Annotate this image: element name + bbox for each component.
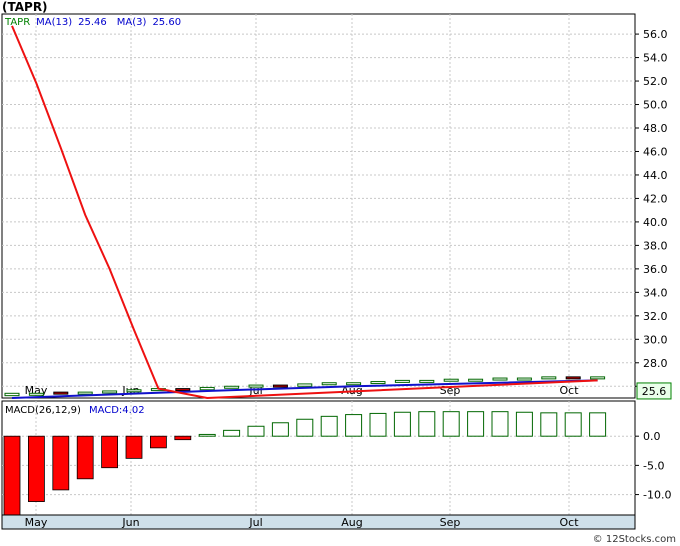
price-plot-area: [1, 13, 636, 399]
price-tick-label: 32.0: [643, 310, 668, 323]
macd-bar: [467, 411, 485, 437]
macd-bar: [442, 411, 460, 437]
price-tick-label: 52.0: [643, 75, 668, 88]
x-axis-month-label: Aug: [341, 516, 362, 529]
macd-bar: [3, 435, 21, 516]
macd-bar: [271, 422, 289, 437]
price-bar: [224, 385, 240, 389]
macd-bar: [296, 418, 314, 437]
price-bar: [516, 377, 532, 381]
macd-bar: [101, 435, 118, 469]
x-axis-month-label: Jun: [121, 516, 139, 529]
price-bar: [565, 376, 581, 380]
price-tick-label: 36.0: [643, 263, 668, 276]
price-tick-label: 30.0: [643, 333, 668, 346]
macd-bar: [76, 435, 94, 480]
macd-bar: [174, 435, 192, 441]
stock-chart: 26.028.030.032.034.036.038.040.042.044.0…: [1, 13, 672, 530]
price-tick-label: 48.0: [643, 122, 668, 135]
price-tick-label: 34.0: [643, 286, 668, 299]
macd-bar: [540, 412, 558, 437]
x-axis-month-label: Sep: [440, 516, 461, 529]
price-bar: [394, 379, 410, 383]
macd-bar: [125, 435, 143, 459]
price-tick-label: 44.0: [643, 169, 668, 182]
footer-credit: © 12Stocks.com: [592, 534, 676, 545]
price-panel: 26.028.030.032.034.036.038.040.042.044.0…: [1, 13, 672, 400]
price-bar: [321, 382, 337, 386]
price-bar: [541, 376, 557, 380]
price-tick-label: 54.0: [643, 52, 668, 65]
macd-bar: [564, 412, 582, 437]
macd-bar: [247, 425, 265, 437]
macd-bar: [198, 433, 216, 437]
price-legend-label: TAPR: [4, 17, 30, 28]
price-tick-label: 28.0: [643, 357, 668, 370]
macd-bar: [393, 411, 411, 437]
price-bar: [102, 390, 118, 394]
price-tick-label: 50.0: [643, 99, 668, 112]
macd-bar: [515, 411, 533, 437]
price-legend-value: 25.60: [152, 17, 181, 28]
macd-bar: [27, 435, 45, 502]
price-legend-label: MA(13): [36, 17, 72, 28]
macd-bar: [52, 435, 70, 491]
last-price-label: 25.6: [642, 385, 667, 398]
price-bar: [53, 391, 69, 395]
macd-bar: [589, 412, 607, 437]
macd-legend-label: MACD:4.02: [89, 405, 145, 416]
price-legend-value: 25.46: [78, 17, 107, 28]
price-month-label: Oct: [559, 384, 579, 397]
macd-bar: [149, 435, 167, 449]
price-tick-label: 46.0: [643, 145, 668, 158]
x-axis-month-label: May: [25, 516, 48, 529]
price-bar: [346, 382, 362, 386]
price-bar: [126, 389, 142, 393]
price-bar: [443, 378, 459, 382]
macd-bar: [223, 429, 241, 437]
macd-bar: [369, 412, 387, 437]
macd-plot-area: [1, 400, 636, 516]
macd-legend-label: MACD(26,12,9): [5, 405, 81, 416]
macd-bar: [320, 415, 338, 437]
price-bar: [4, 392, 20, 397]
x-axis-month-label: Oct: [559, 516, 579, 529]
price-bar: [248, 384, 264, 388]
macd-bar: [418, 411, 436, 437]
price-bar: [590, 376, 606, 380]
price-tick-label: 56.0: [643, 28, 668, 41]
macd-tick-label: 0.0: [643, 430, 661, 443]
macd-tick-label: -5.0: [643, 459, 664, 472]
price-bar: [272, 384, 288, 388]
macd-bar: [345, 414, 363, 437]
price-legend-label: MA(3): [117, 17, 147, 28]
price-bar: [492, 377, 508, 381]
price-bar: [199, 386, 215, 391]
macd-panel: 0.0 -5.0 -10.0 MACD(26,12,9) MACD:4.02 May Jun…: [1, 400, 671, 530]
price-bar: [28, 392, 44, 396]
macd-tick-label: -10.0: [643, 489, 671, 502]
price-bar: [419, 379, 435, 383]
price-bar: [175, 388, 191, 392]
price-tick-label: 38.0: [643, 239, 668, 252]
price-tick-label: 42.0: [643, 192, 668, 205]
price-bar: [468, 378, 484, 382]
price-bar: [297, 383, 313, 387]
x-axis-strip: [1, 514, 636, 530]
price-tick-label: 40.0: [643, 216, 668, 229]
price-bar: [77, 391, 93, 395]
x-axis-month-label: Jul: [248, 516, 262, 529]
price-bar: [370, 381, 386, 385]
macd-bar: [491, 411, 509, 437]
